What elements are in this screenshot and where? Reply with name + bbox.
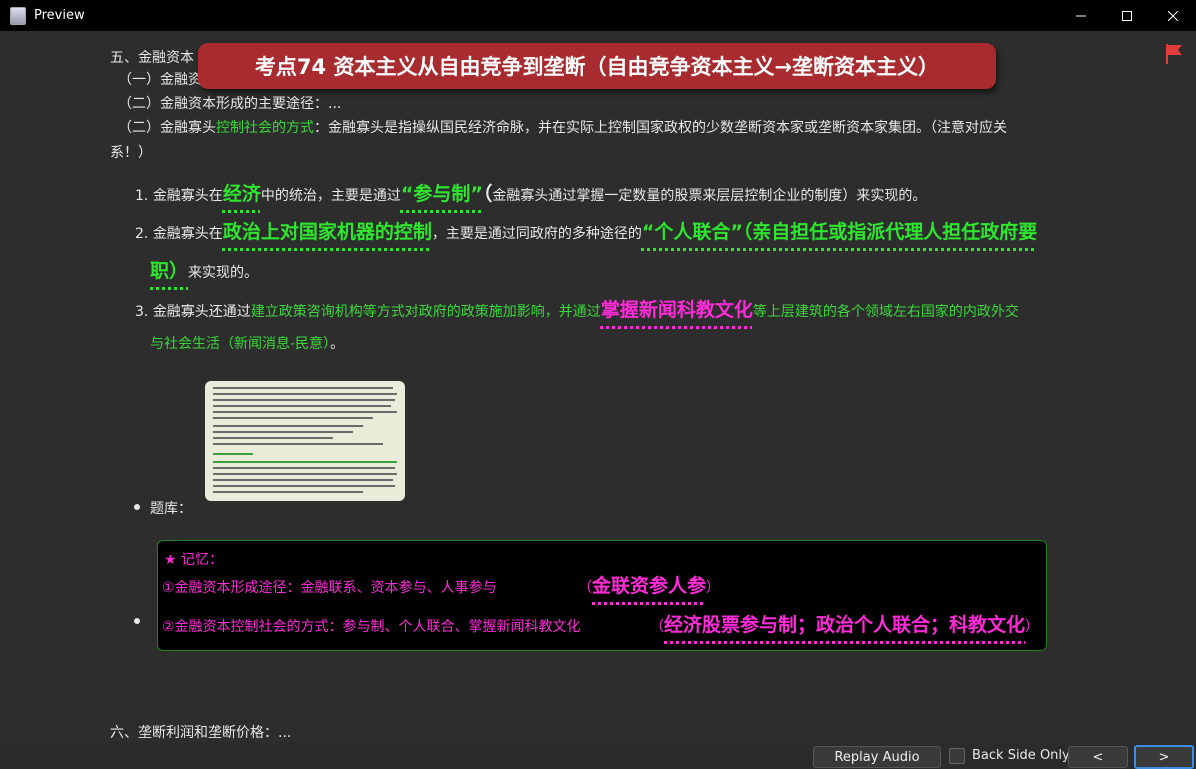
item3-d: 等上层建筑的各个领域左右国家的内政外交	[752, 304, 1019, 320]
section5-sub2: （二）金融资本形成的主要途径：...	[118, 96, 342, 112]
memory-box: ★ 记忆： ①金融资本形成途径：金融联系、资本参与、人事参与 （金联资参人参） …	[157, 540, 1047, 651]
list-item-cont: 与社会生活（新闻消息-民意）。	[150, 333, 344, 353]
section5-sub3: （二）金融寡头控制社会的方式：金融寡头是指操纵国民经济命脉，并在实际上控制国家政…	[118, 117, 1007, 137]
item3-f: 。	[330, 336, 345, 352]
mnemonic-2: 经济股票参与制；政治个人联合；科教文化	[664, 614, 1026, 636]
sub3-green: 控制社会的方式	[216, 120, 314, 136]
window-title: Preview	[34, 8, 85, 23]
item2-f: 来实现的。	[188, 265, 259, 281]
memo-line1-mnemonic: （金联资参人参）	[578, 571, 720, 598]
list-item-cont: 职）来实现的。	[150, 256, 258, 283]
topic-banner: 考点74 资本主义从自由竞争到垄断（自由竞争资本主义→垄断资本主义）	[198, 43, 996, 89]
item1-f: 金融寡头通过掌握一定数量的股票来层层控制企业的制度）来实现的。	[492, 188, 927, 204]
sub3-prefix: （二）金融寡头	[118, 120, 216, 136]
open-paren: （	[650, 619, 664, 635]
item-number: 1.	[135, 188, 149, 204]
replay-audio-button[interactable]: Replay Audio	[813, 746, 941, 768]
item1-c: 中的统治，主要是通过	[260, 188, 401, 204]
item1-a: 金融寡头在	[152, 188, 223, 204]
section6-heading: 六、垄断利润和垄断价格：...	[110, 725, 292, 741]
item-number: 3.	[135, 304, 149, 320]
item2-a: 金融寡头在	[152, 226, 223, 242]
item2-c: ，主要是通过同政府的多种途径的	[431, 226, 642, 242]
minimize-button[interactable]	[1058, 0, 1104, 31]
card-content[interactable]: 五、金融资本 （一）金融资 （二）金融资本形成的主要途径：... （二）金融寡头…	[0, 31, 1196, 742]
flag-icon[interactable]	[1164, 43, 1184, 65]
item2-e: 职）	[150, 260, 189, 282]
section5-heading: 五、金融资本	[110, 50, 194, 66]
mnemonic-1: 金联资参人参	[592, 575, 707, 597]
close-paren: ）	[706, 580, 721, 596]
item3-a: 金融寡头还通过	[152, 304, 251, 320]
bottom-toolbar: Replay Audio Back Side Only < >	[0, 742, 1196, 769]
item3-c: 掌握新闻科教文化	[600, 299, 753, 321]
question-bank-image[interactable]	[205, 381, 405, 501]
close-icon	[1168, 10, 1178, 21]
memo-line2: ②金融资本控制社会的方式：参与制、个人联合、掌握新闻科教文化	[162, 619, 581, 635]
maximize-button[interactable]	[1104, 0, 1150, 31]
list-item: 1. 金融寡头在经济中的统治，主要是通过“参与制”（金融寡头通过掌握一定数量的股…	[135, 179, 926, 206]
app-icon	[10, 6, 26, 25]
maximize-icon	[1122, 10, 1132, 21]
tiku-label: 题库：	[150, 501, 192, 517]
item1-b: 经济	[222, 183, 261, 205]
open-paren: （	[578, 580, 592, 596]
prev-button[interactable]: <	[1068, 746, 1128, 768]
section5-sub1: （一）金融资	[118, 72, 202, 88]
item3-b: 建立政策咨询机构等方式对政府的政策施加影响，并通过	[250, 304, 601, 320]
item3-e: 与社会生活（新闻消息-民意）	[150, 336, 331, 352]
next-button[interactable]: >	[1134, 745, 1194, 769]
section5-sub3-cont: 系！）	[110, 145, 152, 161]
back-side-only-label: Back Side Only	[972, 748, 1070, 763]
memo-title-text: ★ 记忆：	[164, 552, 224, 568]
back-side-only-checkbox[interactable]	[949, 748, 965, 764]
bullet	[134, 504, 140, 510]
memo-title: ★ 记忆：	[164, 549, 223, 569]
bullet	[134, 618, 140, 624]
item1-e: （	[482, 183, 493, 205]
list-item: 2. 金融寡头在政治上对国家机器的控制，主要是通过同政府的多种途径的“个人联合”…	[135, 217, 1037, 244]
item-number: 2.	[135, 226, 149, 242]
item2-b: 政治上对国家机器的控制	[222, 221, 432, 243]
list-item: 3. 金融寡头还通过建立政策咨询机构等方式对政府的政策施加影响，并通过掌握新闻科…	[135, 295, 1019, 322]
memo-line1: ①金融资本形成途径：金融联系、资本参与、人事参与	[162, 580, 497, 596]
close-paren: ）	[1025, 619, 1040, 635]
window-titlebar: Preview	[0, 0, 1196, 31]
memo-line2-mnemonic: （经济股票参与制；政治个人联合；科教文化）	[650, 610, 1039, 637]
item1-d: “参与制”	[400, 183, 483, 205]
sub3-rest: ：金融寡头是指操纵国民经济命脉，并在实际上控制国家政权的少数垄断资本家或垄断资本…	[314, 120, 1007, 136]
item2-d: “个人联合”（亲自担任或指派代理人担任政府要	[641, 221, 1038, 243]
close-button[interactable]	[1150, 0, 1196, 31]
minimize-icon	[1076, 15, 1086, 16]
